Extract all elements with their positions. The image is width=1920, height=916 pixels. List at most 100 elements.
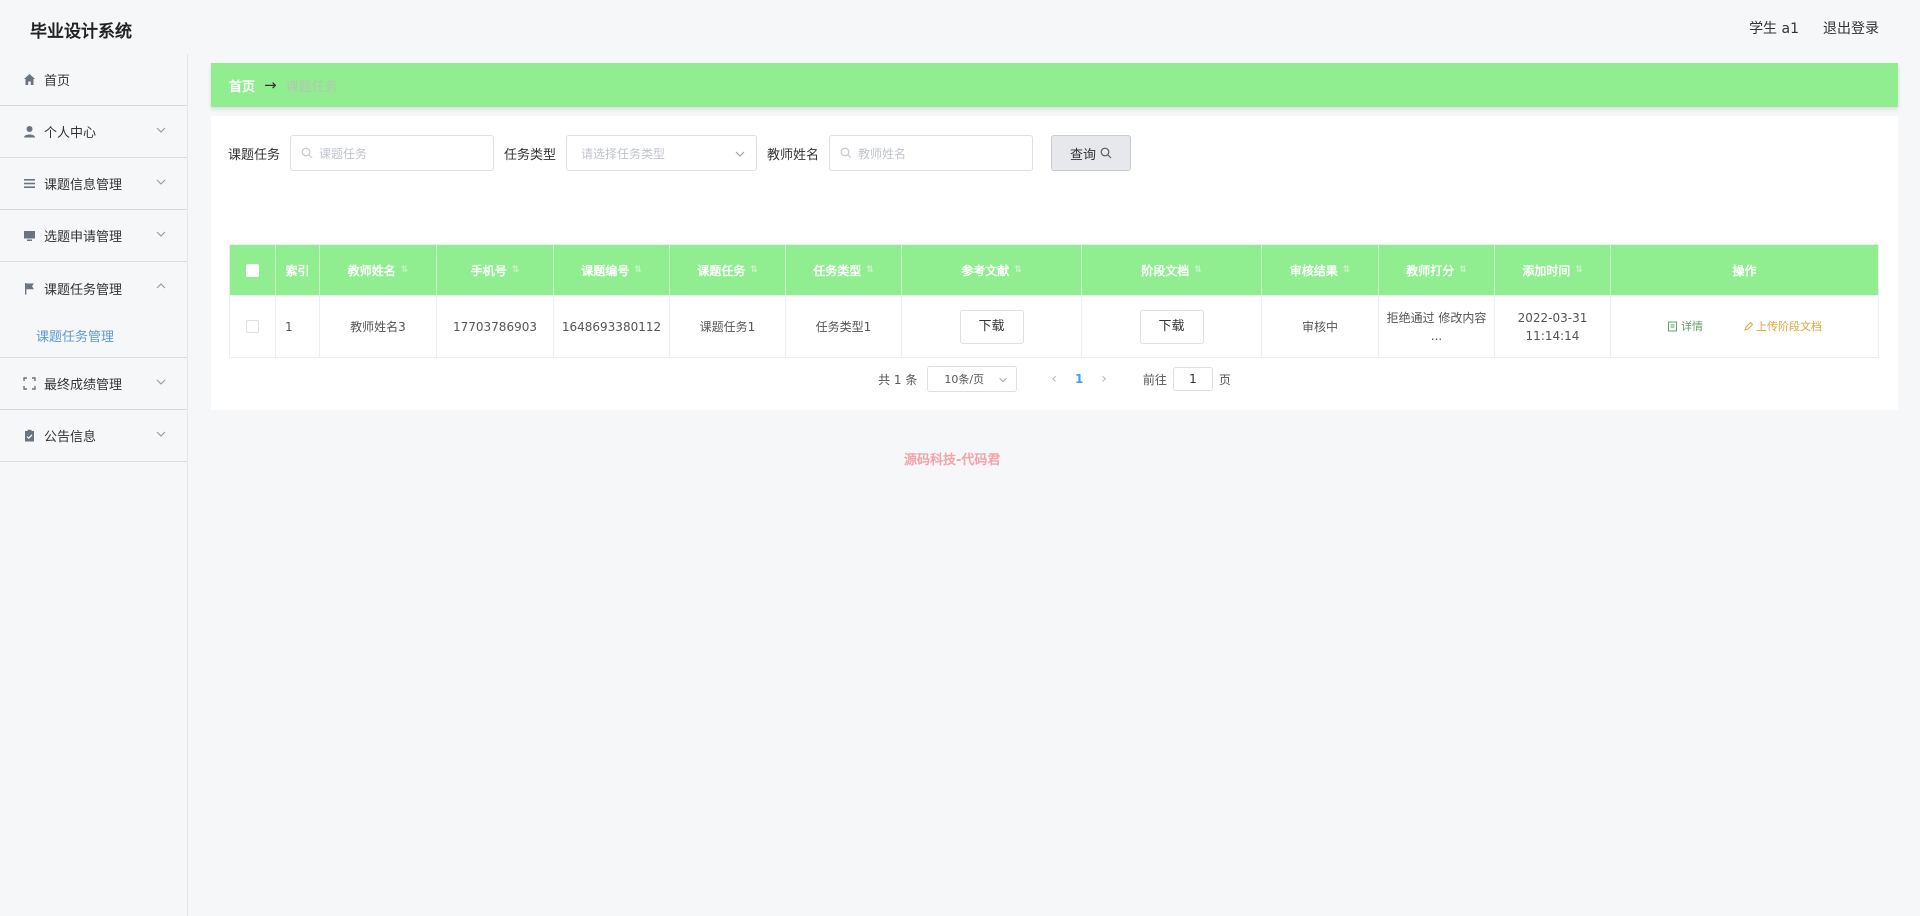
select-all-checkbox[interactable]	[246, 263, 259, 277]
task-type-placeholder: 请选择任务类型	[581, 146, 666, 161]
page-size-select[interactable]: 10条/页	[927, 366, 1018, 392]
sidebar-item-label: 课题任务管理	[44, 282, 123, 298]
query-button[interactable]: 查询	[1051, 135, 1132, 171]
cell-stage-document: 下载	[1082, 296, 1262, 357]
goto-page-input[interactable]: 1	[1172, 367, 1213, 391]
column-header-label: 参考文献	[961, 263, 1010, 278]
pagination: 共 1 条 10条/页 ‹ 1 › 前往 1 页	[211, 366, 1898, 392]
detail-button[interactable]: 详情	[1667, 318, 1703, 336]
breadcrumb-current: 课题任务	[285, 79, 338, 95]
sort-icon[interactable]: ⇅	[1014, 265, 1022, 275]
column-header-label: 审核结果	[1289, 263, 1338, 278]
flag-icon	[22, 281, 36, 295]
edit-icon	[1744, 321, 1754, 331]
total-count: 共 1 条	[878, 372, 918, 387]
list-icon	[22, 177, 36, 191]
sort-icon[interactable]: ⇅	[1575, 265, 1583, 275]
row-select-cell	[230, 296, 276, 357]
upload-stage-document-button[interactable]: 上传阶段文档	[1743, 318, 1822, 336]
search-icon	[1100, 147, 1112, 159]
fullscreen-icon	[22, 377, 36, 391]
chevron-down-icon	[735, 151, 745, 157]
sidebar-item-label: 首页	[44, 74, 71, 89]
sidebar-item-final-grade[interactable]: 最终成绩管理	[0, 358, 187, 410]
chevron-up-icon	[156, 283, 166, 289]
cell-phone: 17703786903	[437, 296, 554, 357]
column-header-label: 任务类型	[813, 263, 862, 278]
chevron-down-icon	[156, 127, 166, 133]
next-page-icon[interactable]: ›	[1101, 371, 1107, 387]
row-checkbox[interactable]	[246, 320, 259, 333]
column-header-label: 阶段文档	[1141, 263, 1190, 278]
select-all-cell	[230, 245, 276, 295]
column-header[interactable]: 任务类型 ⇅	[786, 245, 902, 295]
logout-link[interactable]: 退出登录	[1823, 18, 1879, 38]
download-stage-document-button[interactable]: 下载	[1139, 309, 1204, 344]
table-row: 1 教师姓名3 17703786903 1648693380112 课题任务1 …	[230, 295, 1878, 357]
monitor-icon	[22, 229, 36, 243]
column-header-label: 教师打分	[1406, 263, 1455, 278]
sidebar-item-topic-application[interactable]: 选题申请管理	[0, 210, 187, 262]
sort-icon[interactable]: ⇅	[512, 265, 520, 275]
sidebar-item-topic-info[interactable]: 课题信息管理	[0, 158, 187, 210]
sort-icon[interactable]: ⇅	[1194, 265, 1202, 275]
task-table: 索引 教师姓名 ⇅ 手机号 ⇅ 课题编号 ⇅ 课题任务 ⇅ 任务类型 ⇅ 参考文献 ⇅ 阶段…	[229, 244, 1879, 358]
detail-label: 详情	[1681, 319, 1703, 333]
sort-icon[interactable]: ⇅	[634, 265, 642, 275]
column-header[interactable]: 参考文献 ⇅	[902, 245, 1082, 295]
column-header-label: 手机号	[470, 263, 507, 278]
teacher-name-placeholder: 教师姓名	[858, 146, 907, 161]
teacher-name-label: 教师姓名	[767, 147, 820, 163]
column-header-label: 课题任务	[697, 263, 746, 278]
cell-teacher-name: 教师姓名3	[320, 296, 437, 357]
chevron-down-icon	[156, 431, 166, 437]
page-unit-label: 页	[1218, 372, 1231, 387]
column-header-label: 课题编号	[581, 263, 630, 278]
task-search-placeholder: 课题任务	[319, 146, 368, 161]
sidebar-item-label: 选题申请管理	[44, 230, 123, 245]
download-reference-button[interactable]: 下载	[959, 309, 1024, 344]
sidebar-item-label: 课题信息管理	[44, 178, 123, 193]
sidebar-item-home[interactable]: 首页	[0, 54, 187, 106]
sidebar-subitem-task-management[interactable]: 课题任务管理	[0, 314, 187, 358]
sidebar-item-personal-center[interactable]: 个人中心	[0, 106, 187, 158]
cell-index: 1	[276, 296, 320, 357]
task-search-input[interactable]: 课题任务	[290, 135, 495, 171]
cell-added-time: 2022-03-31 11:14:14	[1495, 296, 1611, 357]
sidebar-item-task-management[interactable]: 课题任务管理	[0, 262, 187, 314]
column-header-label: 教师姓名	[347, 263, 396, 278]
breadcrumb: 首页 → 课题任务	[211, 63, 1898, 107]
column-header[interactable]: 课题任务 ⇅	[670, 245, 786, 295]
column-header: 操作	[1732, 263, 1757, 278]
sort-icon[interactable]: ⇅	[866, 265, 874, 275]
footer-text: 源码科技-代码君	[904, 453, 1001, 468]
page-number[interactable]: 1	[1075, 372, 1083, 386]
column-header-label: 添加时间	[1522, 263, 1571, 278]
search-icon	[840, 147, 852, 159]
column-header[interactable]: 阶段文档 ⇅	[1082, 245, 1262, 295]
column-header[interactable]: 审核结果 ⇅	[1262, 245, 1379, 295]
column-header[interactable]: 手机号 ⇅	[437, 245, 554, 295]
search-form: 课题任务 课题任务 任务类型 请选择任务类型 教师姓名 教师姓名 查询	[228, 135, 1132, 171]
sidebar-item-label: 公告信息	[44, 430, 97, 445]
column-header[interactable]: 添加时间 ⇅	[1495, 245, 1611, 295]
column-header[interactable]: 教师姓名 ⇅	[320, 245, 437, 295]
top-bar: 毕业设计系统 学生 a1 退出登录	[0, 0, 1920, 54]
breadcrumb-home[interactable]: 首页	[229, 76, 255, 95]
current-user: 学生 a1	[1749, 21, 1799, 37]
prev-page-icon[interactable]: ‹	[1051, 371, 1057, 387]
sort-icon[interactable]: ⇅	[750, 265, 758, 275]
task-type-select[interactable]: 请选择任务类型	[566, 135, 758, 171]
cell-task-type: 任务类型1	[786, 296, 902, 357]
column-header[interactable]: 教师打分 ⇅	[1379, 245, 1495, 295]
app-title: 毕业设计系统	[30, 22, 132, 42]
sort-icon[interactable]: ⇅	[1343, 265, 1351, 275]
column-header[interactable]: 课题编号 ⇅	[554, 245, 670, 295]
chevron-down-icon	[156, 231, 166, 237]
teacher-name-input[interactable]: 教师姓名	[829, 135, 1034, 171]
sort-icon[interactable]: ⇅	[1459, 265, 1467, 275]
sidebar-item-label: 个人中心	[44, 126, 97, 141]
sort-icon[interactable]: ⇅	[401, 265, 409, 275]
goto-label: 前往	[1142, 372, 1167, 387]
sidebar-item-announcements[interactable]: 公告信息	[0, 410, 187, 462]
